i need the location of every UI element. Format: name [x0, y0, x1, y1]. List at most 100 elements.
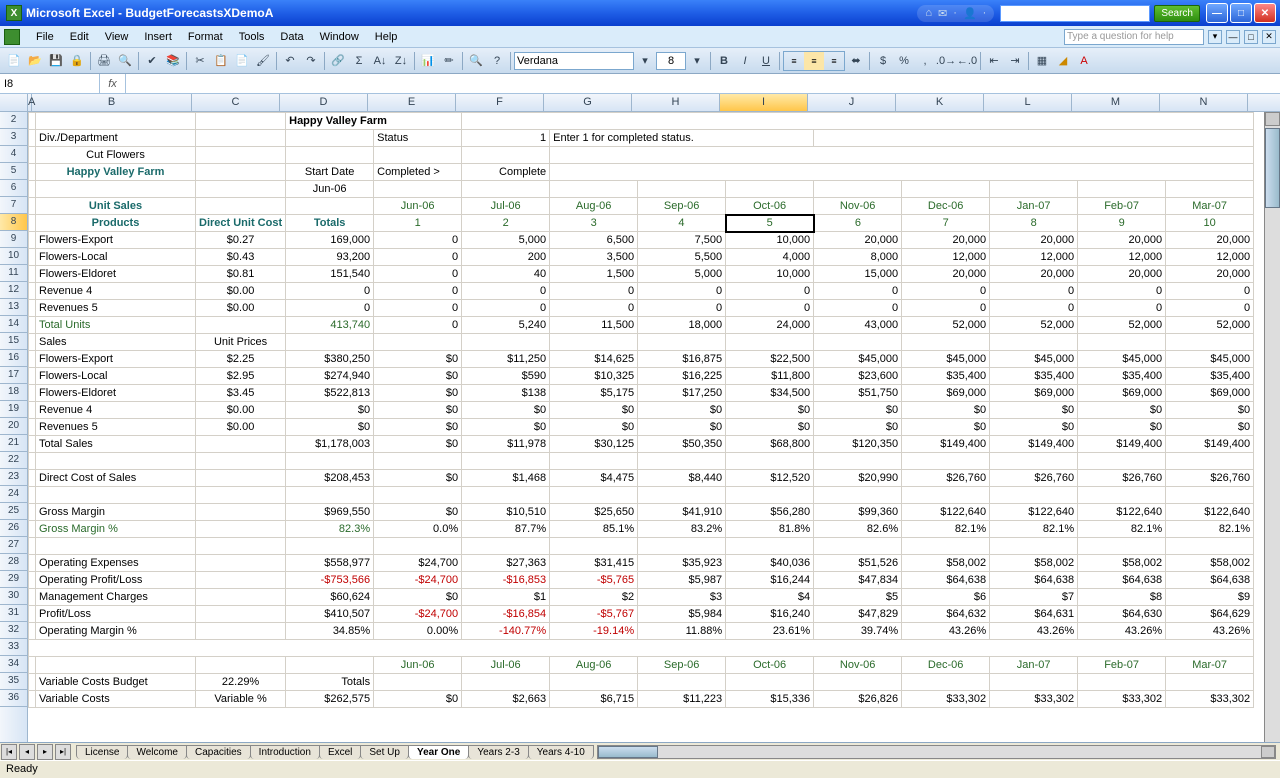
cell[interactable]: $11,978: [462, 436, 550, 453]
cell[interactable]: $0: [374, 470, 462, 487]
cell[interactable]: [374, 487, 462, 504]
cell[interactable]: Complete: [462, 164, 550, 181]
cell[interactable]: $11,800: [726, 368, 814, 385]
cell[interactable]: Start Date: [286, 164, 374, 181]
cell[interactable]: [550, 147, 1254, 164]
cell[interactable]: $0: [638, 419, 726, 436]
cell[interactable]: 2: [462, 215, 550, 232]
cell[interactable]: [196, 164, 286, 181]
colh-B[interactable]: B: [32, 94, 192, 111]
cell[interactable]: [36, 538, 196, 555]
font-color-button[interactable]: A: [1074, 51, 1094, 71]
sheet-tab[interactable]: Set Up: [360, 745, 409, 759]
cell[interactable]: [196, 181, 286, 198]
inc-indent-button[interactable]: ⇥: [1005, 51, 1025, 71]
rowh-21[interactable]: 21: [0, 435, 27, 452]
menu-help[interactable]: Help: [367, 29, 406, 45]
close-button[interactable]: ✕: [1254, 3, 1276, 23]
cell[interactable]: $35,400: [990, 368, 1078, 385]
cell[interactable]: $47,834: [814, 572, 902, 589]
rowh-32[interactable]: 32: [0, 622, 27, 639]
cell[interactable]: 6,500: [550, 232, 638, 249]
cell[interactable]: 169,000: [286, 232, 374, 249]
help-input[interactable]: [1064, 29, 1204, 45]
colh-I[interactable]: I: [720, 94, 808, 111]
cell[interactable]: [374, 147, 462, 164]
rowh-25[interactable]: 25: [0, 503, 27, 520]
cell[interactable]: 151,540: [286, 266, 374, 283]
cell[interactable]: [29, 606, 36, 623]
cell[interactable]: [29, 130, 36, 147]
cell[interactable]: $4: [726, 589, 814, 606]
cell[interactable]: [462, 674, 550, 691]
cell[interactable]: 0: [374, 249, 462, 266]
cell[interactable]: Direct Cost of Sales: [36, 470, 196, 487]
cell[interactable]: 52,000: [902, 317, 990, 334]
cell[interactable]: [29, 436, 36, 453]
cell[interactable]: 52,000: [1078, 317, 1166, 334]
tab-prev-icon[interactable]: ◂: [19, 744, 35, 760]
cell[interactable]: [374, 453, 462, 470]
cell[interactable]: 0.0%: [374, 521, 462, 538]
cell[interactable]: [29, 572, 36, 589]
undo-icon[interactable]: ↶: [280, 51, 300, 71]
cell[interactable]: [462, 181, 550, 198]
cell[interactable]: [638, 453, 726, 470]
cell[interactable]: $0.00: [196, 402, 286, 419]
rowh-9[interactable]: 9: [0, 231, 27, 248]
cell[interactable]: $0: [374, 368, 462, 385]
name-box[interactable]: I8: [0, 74, 100, 93]
cell[interactable]: Aug-06: [550, 657, 638, 674]
dec-decimal-button[interactable]: ←.0: [957, 51, 977, 71]
cell[interactable]: [36, 487, 196, 504]
help-icon[interactable]: ?: [487, 51, 507, 71]
cell[interactable]: 9: [1078, 215, 1166, 232]
cell[interactable]: Operating Expenses: [36, 555, 196, 572]
cell[interactable]: $0.81: [196, 266, 286, 283]
cell[interactable]: [462, 538, 550, 555]
cell[interactable]: $33,302: [902, 691, 990, 708]
tab-last-icon[interactable]: ▸|: [55, 744, 71, 760]
cell[interactable]: Jun-06: [286, 181, 374, 198]
cell[interactable]: Gross Margin %: [36, 521, 196, 538]
cell[interactable]: 20,000: [1166, 232, 1254, 249]
redo-icon[interactable]: ↷: [301, 51, 321, 71]
cell[interactable]: [1078, 181, 1166, 198]
paste-icon[interactable]: 📄: [232, 51, 252, 71]
cell[interactable]: Revenue 4: [36, 283, 196, 300]
cell[interactable]: $0: [902, 402, 990, 419]
cell[interactable]: $35,400: [902, 368, 990, 385]
doc-max-button[interactable]: □: [1244, 30, 1258, 44]
cell[interactable]: Nov-06: [814, 198, 902, 215]
cell[interactable]: [902, 334, 990, 351]
cell[interactable]: $64,632: [902, 606, 990, 623]
cell[interactable]: $25,650: [550, 504, 638, 521]
cell[interactable]: $26,760: [1078, 470, 1166, 487]
colh-H[interactable]: H: [632, 94, 720, 111]
home-icon[interactable]: ⌂: [925, 7, 932, 19]
cell[interactable]: [29, 674, 36, 691]
cell[interactable]: $64,638: [902, 572, 990, 589]
cell[interactable]: [374, 181, 462, 198]
cell[interactable]: $45,000: [1078, 351, 1166, 368]
rowh-5[interactable]: 5: [0, 163, 27, 180]
cell[interactable]: $0: [286, 419, 374, 436]
cell[interactable]: [638, 334, 726, 351]
cell[interactable]: 0: [990, 300, 1078, 317]
cell[interactable]: [286, 657, 374, 674]
cell[interactable]: 10,000: [726, 266, 814, 283]
cell[interactable]: 11.88%: [638, 623, 726, 640]
colh-G[interactable]: G: [544, 94, 632, 111]
cell[interactable]: $99,360: [814, 504, 902, 521]
cell[interactable]: $6: [902, 589, 990, 606]
cell[interactable]: Totals: [286, 215, 374, 232]
rowh-33[interactable]: 33: [0, 639, 27, 656]
cell[interactable]: [29, 538, 36, 555]
cell[interactable]: Jun-06: [374, 198, 462, 215]
rowh-22[interactable]: 22: [0, 452, 27, 469]
cell[interactable]: $58,002: [902, 555, 990, 572]
cell[interactable]: [196, 487, 286, 504]
cell[interactable]: $69,000: [1166, 385, 1254, 402]
cell[interactable]: 0: [286, 300, 374, 317]
cell[interactable]: [1166, 334, 1254, 351]
